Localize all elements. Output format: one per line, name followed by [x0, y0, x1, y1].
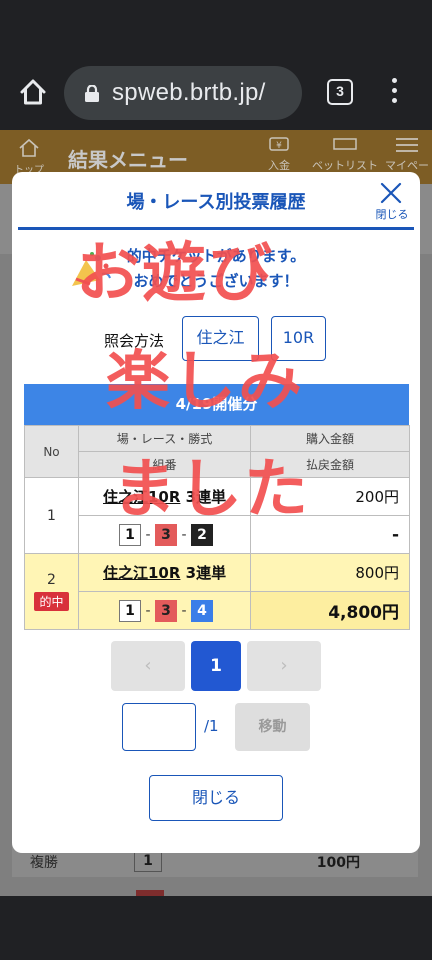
overlay-text-line2: 楽しみ	[106, 345, 304, 419]
row-race: 住之江10R 3連単	[78, 553, 251, 592]
table-row-hit: 1-3-4 4,800円	[25, 591, 410, 630]
hamburger-icon	[396, 138, 418, 152]
lock-icon	[85, 85, 99, 102]
modal-title: 場・レース別投票履歴	[126, 192, 306, 213]
col-no-header: No	[24, 425, 79, 478]
browser-toolbar: spweb.brtb.jp/ 3	[0, 60, 432, 130]
more-menu-icon[interactable]	[386, 78, 402, 108]
race-link[interactable]: 住之江10R	[103, 564, 180, 582]
page-jump-input[interactable]	[122, 703, 196, 751]
home-icon	[19, 138, 39, 157]
system-nav-bar	[0, 896, 432, 960]
prev-page-button[interactable]: ‹	[111, 641, 185, 691]
status-bar	[0, 0, 432, 60]
nav-deposit[interactable]: ¥ 入金	[268, 136, 290, 173]
current-page-button[interactable]: 1	[191, 641, 241, 691]
overlay-text-line3: ました	[112, 453, 310, 527]
table-row-hit: 2 的中 住之江10R 3連単 800円	[24, 553, 410, 630]
boat-number-1: 1	[119, 599, 141, 622]
close-icon[interactable]	[378, 180, 404, 206]
row-no: 1	[24, 477, 79, 554]
row-combo: 1-3-4	[78, 591, 251, 630]
hit-badge: 的中	[34, 592, 69, 611]
nav-betlist[interactable]: ベットリスト	[312, 136, 378, 173]
bet-list-icon	[333, 138, 357, 150]
boat-number-3: 3	[155, 599, 177, 622]
tab-switcher-button[interactable]: 3	[327, 79, 353, 105]
bet-type: 3連単	[185, 564, 227, 582]
modal-close-label[interactable]: 閉じる	[374, 206, 410, 222]
address-bar[interactable]: spweb.brtb.jp/	[64, 66, 302, 120]
svg-text:¥: ¥	[276, 141, 282, 151]
page-total: /1	[204, 717, 219, 735]
url-text: spweb.brtb.jp/	[112, 79, 266, 106]
next-page-button[interactable]: ›	[247, 641, 321, 691]
row-payout: 4,800円	[250, 591, 410, 630]
site-title: 結果メニュー	[68, 148, 188, 172]
home-icon[interactable]	[18, 77, 48, 107]
page-jump-button[interactable]: 移動	[235, 703, 310, 751]
row-purchase: 800円	[250, 553, 410, 592]
yen-card-icon: ¥	[269, 137, 289, 151]
boat-number-4: 4	[191, 599, 213, 622]
overlay-text-line1: お遊び	[76, 237, 274, 311]
close-button[interactable]: 閉じる	[149, 775, 283, 821]
row-no: 2 的中	[24, 553, 79, 630]
